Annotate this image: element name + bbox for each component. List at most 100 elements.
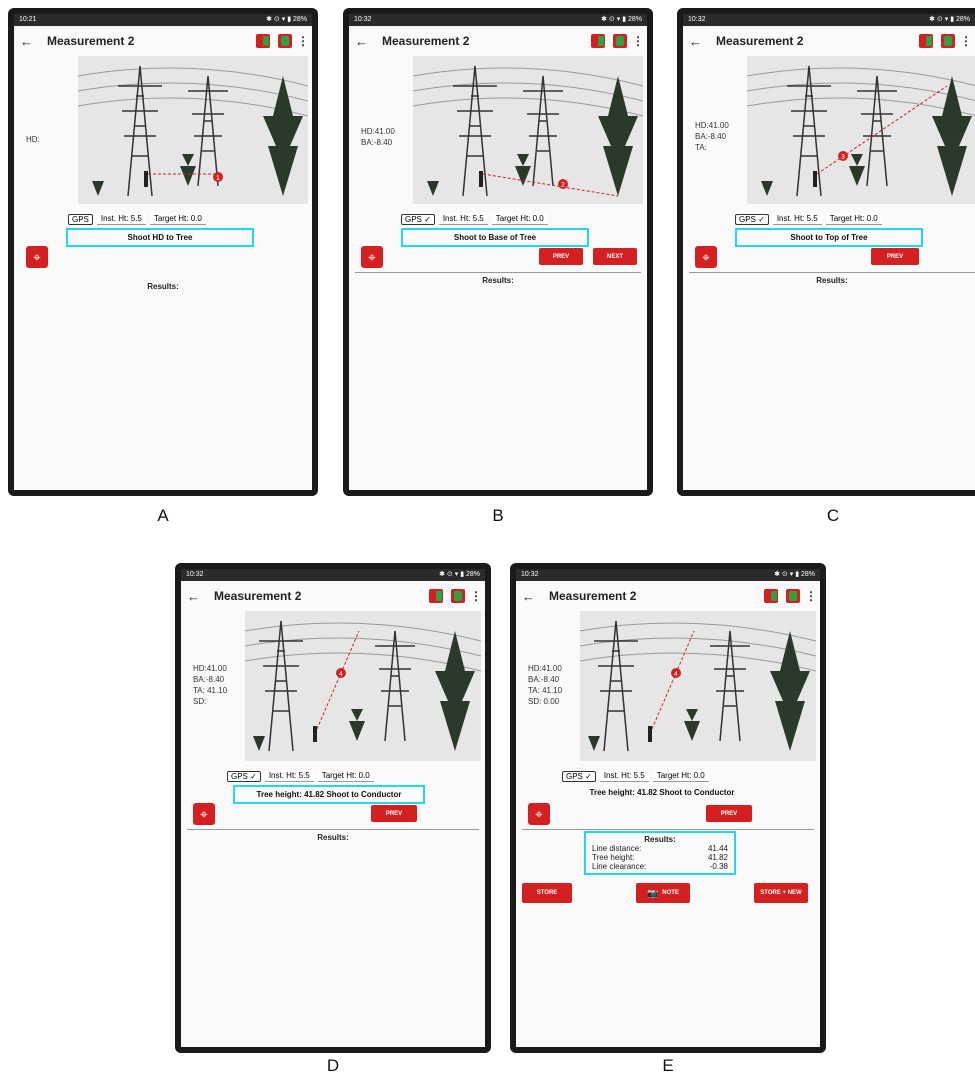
reading-hd: HD: <box>26 135 40 144</box>
inputs-row: GPS ✓ Inst. Ht: 5.5 Target Ht: 0.0 <box>227 769 374 783</box>
target-ht-field[interactable]: Target Ht: 0.0 <box>652 770 709 782</box>
scene-illustration: 4 <box>580 611 816 761</box>
shoot-target-button[interactable]: ⌖ <box>528 803 550 825</box>
inst-ht-field[interactable]: Inst. Ht: 5.5 <box>599 770 649 782</box>
divider <box>187 829 479 830</box>
shoot-target-button[interactable]: ⌖ <box>695 246 717 268</box>
gps-button[interactable]: GPS ✓ <box>562 770 596 782</box>
result-row: Line distance: 41.44 <box>592 844 728 853</box>
more-menu-icon[interactable]: ⋮ <box>297 34 309 48</box>
screen-a: 10:21 ✱ ⊙ ▾ ▮ 28% ← Measurement 2 ⋮ 1 HD: <box>14 14 312 490</box>
inst-ht-field[interactable]: Inst. Ht: 5.5 <box>264 770 314 782</box>
shoot-target-button[interactable]: ⌖ <box>361 246 383 268</box>
back-arrow-icon[interactable]: ← <box>522 589 535 604</box>
crosshair-icon: ⌖ <box>702 248 710 265</box>
more-menu-icon[interactable]: ⋮ <box>632 34 644 48</box>
app-bar: ← Measurement 2 ⋮ <box>14 26 312 56</box>
back-arrow-icon[interactable]: ← <box>355 34 368 49</box>
results-title: Results: <box>644 835 676 844</box>
gps-button[interactable]: GPS ✓ <box>227 770 261 782</box>
store-new-button[interactable]: STORE + NEW <box>754 883 808 903</box>
readings: HD:41.00 BA:-8.40 TA: <box>695 120 729 153</box>
reading-ta: TA: 41.10 <box>193 686 228 695</box>
panel-label-b: B <box>492 506 504 525</box>
prev-button[interactable]: PREV <box>371 805 417 822</box>
next-button[interactable]: NEXT <box>593 248 637 265</box>
inst-ht-field[interactable]: Inst. Ht: 5.5 <box>438 213 488 225</box>
status-bar: 10:32 ✱ ⊙ ▾ ▮ 28% <box>683 14 975 26</box>
result-value: -0.38 <box>709 862 728 871</box>
result-row: Line clearance: -0.38 <box>592 862 728 871</box>
phone-screen-d: 10:32 ✱ ⊙ ▾ ▮ 28% ← Measurement 2 ⋮ 4 HD:… <box>175 563 491 1053</box>
gps-status-icon[interactable] <box>278 34 292 48</box>
results-title: Results: <box>816 276 848 285</box>
back-arrow-icon[interactable]: ← <box>187 589 200 604</box>
shoot-target-button[interactable]: ⌖ <box>26 246 48 268</box>
note-button[interactable]: 📷 NOTE <box>636 883 690 903</box>
laser-status-icon[interactable] <box>764 589 778 603</box>
step-marker: 3 <box>841 154 845 161</box>
inputs-row: GPS Inst. Ht: 5.5 Target Ht: 0.0 <box>68 212 206 226</box>
app-bar: ← Measurement 2 ⋮ <box>181 581 485 611</box>
crosshair-icon: ⌖ <box>33 248 41 265</box>
back-arrow-icon[interactable]: ← <box>689 34 702 49</box>
crosshair-icon: ⌖ <box>535 805 543 822</box>
prev-button[interactable]: PREV <box>706 805 752 822</box>
gps-status-icon[interactable] <box>786 589 800 603</box>
store-button[interactable]: STORE <box>522 883 572 903</box>
results-title: Results: <box>147 282 179 291</box>
app-bar: ← Measurement 2 ⋮ <box>349 26 647 56</box>
phone-screen-b: 10:32 ✱ ⊙ ▾ ▮ 28% ← Measurement 2 ⋮ 2 HD:… <box>343 8 653 496</box>
divider <box>522 829 814 830</box>
laser-status-icon[interactable] <box>919 34 933 48</box>
camera-icon: 📷 <box>647 887 659 898</box>
results-title: Results: <box>482 276 514 285</box>
power-line-scene: 4 <box>580 620 816 752</box>
reading-ta: TA: 41.10 <box>528 686 563 695</box>
inputs-row: GPS ✓ Inst. Ht: 5.5 Target Ht: 0.0 <box>735 212 882 226</box>
screen-d: 10:32 ✱ ⊙ ▾ ▮ 28% ← Measurement 2 ⋮ 4 HD:… <box>181 569 485 1047</box>
status-time: 10:32 <box>688 16 706 23</box>
inst-ht-field[interactable]: Inst. Ht: 5.5 <box>772 213 822 225</box>
status-bar: 10:21 ✱ ⊙ ▾ ▮ 28% <box>14 14 312 26</box>
status-bar: 10:32 ✱ ⊙ ▾ ▮ 28% <box>181 569 485 581</box>
result-label: Line distance: <box>592 844 642 853</box>
more-menu-icon[interactable]: ⋮ <box>960 34 972 48</box>
more-menu-icon[interactable]: ⋮ <box>805 589 817 603</box>
scene-illustration: 2 <box>413 56 643 204</box>
page-title: Measurement 2 <box>716 34 804 48</box>
power-line-scene: 1 <box>78 65 308 197</box>
laser-status-icon[interactable] <box>256 34 270 48</box>
instruction-prompt: Shoot to Base of Tree <box>401 228 589 247</box>
laser-status-icon[interactable] <box>591 34 605 48</box>
prev-button[interactable]: PREV <box>871 248 919 265</box>
status-time: 10:21 <box>19 16 37 23</box>
status-icons: ✱ ⊙ ▾ ▮ 28% <box>439 571 480 578</box>
more-menu-icon[interactable]: ⋮ <box>470 589 482 603</box>
prev-button[interactable]: PREV <box>539 248 583 265</box>
gps-button[interactable]: GPS ✓ <box>401 213 435 225</box>
back-arrow-icon[interactable]: ← <box>20 34 33 49</box>
gps-status-icon[interactable] <box>613 34 627 48</box>
phone-screen-c: 10:32 ✱ ⊙ ▾ ▮ 28% ← Measurement 2 ⋮ 3 HD:… <box>677 8 975 496</box>
gps-status-icon[interactable] <box>941 34 955 48</box>
result-value: 41.82 <box>707 853 728 862</box>
scene-illustration: 3 <box>747 56 975 204</box>
inputs-row: GPS ✓ Inst. Ht: 5.5 Target Ht: 0.0 <box>562 769 709 783</box>
target-ht-field[interactable]: Target Ht: 0.0 <box>317 770 374 782</box>
gps-status-icon[interactable] <box>451 589 465 603</box>
laser-status-icon[interactable] <box>429 589 443 603</box>
page-title: Measurement 2 <box>47 34 135 48</box>
readings: HD:41.00 BA:-8.40 TA: 41.10 SD: 0.00 <box>528 663 562 707</box>
reading-ta: TA: <box>695 143 707 152</box>
gps-button[interactable]: GPS <box>68 213 93 225</box>
inst-ht-field[interactable]: Inst. Ht: 5.5 <box>96 213 146 225</box>
shoot-target-button[interactable]: ⌖ <box>193 803 215 825</box>
target-ht-field[interactable]: Target Ht: 0.0 <box>149 213 206 225</box>
status-icons: ✱ ⊙ ▾ ▮ 28% <box>266 16 307 23</box>
target-ht-field[interactable]: Target Ht: 0.0 <box>491 213 548 225</box>
results-title: Results: <box>317 833 349 842</box>
target-ht-field[interactable]: Target Ht: 0.0 <box>825 213 882 225</box>
gps-button[interactable]: GPS ✓ <box>735 213 769 225</box>
panel-label-c: C <box>826 506 840 525</box>
